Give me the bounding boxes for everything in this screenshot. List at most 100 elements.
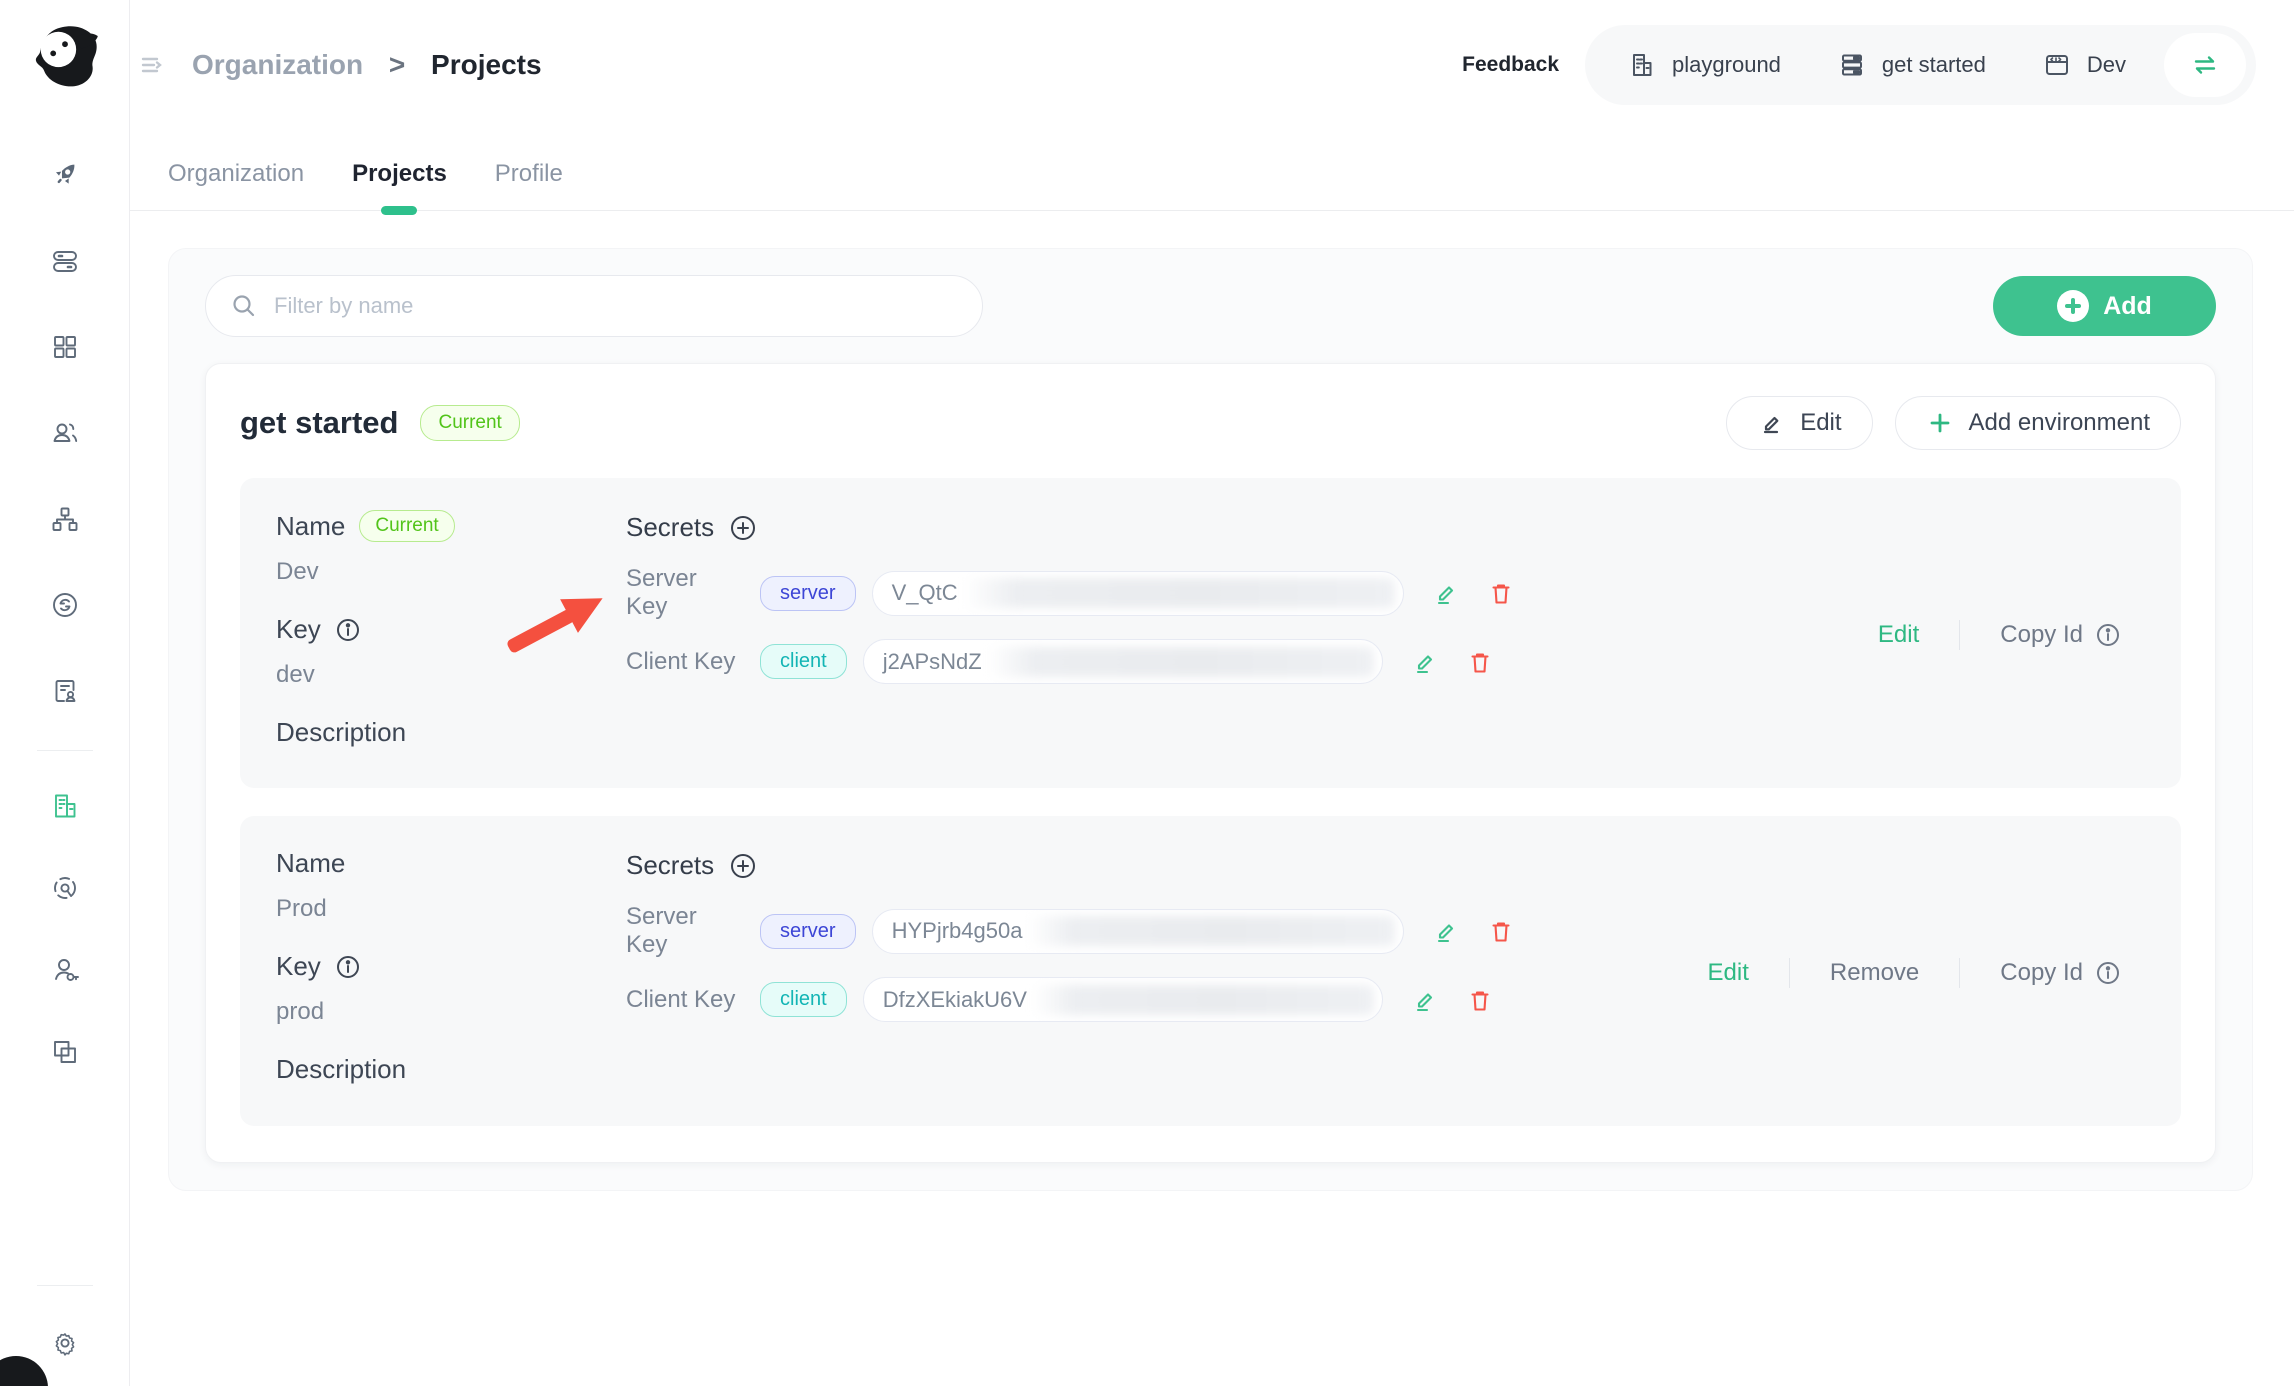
delete-secret-button[interactable] (1465, 647, 1495, 677)
tab-projects-label: Projects (352, 160, 447, 187)
key-label: Key (276, 614, 321, 645)
app-root: Organization > Projects Feedback playgro… (0, 0, 2294, 1386)
env-dev-actions: Edit Copy Id (1838, 620, 2161, 650)
grid-icon (48, 330, 82, 364)
client-key-value-field[interactable]: j2APsNdZ (863, 639, 1383, 684)
pencil-icon (1430, 916, 1460, 946)
sidebar-item-sitemap[interactable] (48, 502, 82, 536)
server-key-label: Server Key (626, 565, 744, 621)
trash-icon (1465, 647, 1495, 677)
env-key-label-row: Key (276, 951, 626, 982)
delete-secret-button[interactable] (1465, 985, 1495, 1015)
env-copy-id-link[interactable]: Copy Id (1960, 959, 2161, 987)
env-key-value: prod (276, 998, 626, 1026)
context-swap-button[interactable] (2164, 33, 2246, 97)
sidebar-item-projects[interactable] (48, 1035, 82, 1069)
target-icon (48, 871, 82, 905)
client-badge: client (760, 982, 847, 1017)
filter-box (205, 275, 983, 337)
sidebar-item-rocket[interactable] (48, 158, 82, 192)
sidebar-item-target[interactable] (48, 871, 82, 905)
gear-icon (48, 1326, 82, 1360)
env-description-label: Description (276, 717, 626, 748)
edit-secret-button[interactable] (1409, 985, 1439, 1015)
redacted-blur (964, 578, 1395, 608)
env-prod-secrets-column: Secrets Server Key server HYPjrb4g50a (626, 848, 1668, 1098)
client-badge: client (760, 644, 847, 679)
switcher-organization[interactable]: playground (1599, 50, 1809, 80)
add-project-button[interactable]: Add (1993, 276, 2216, 336)
server-badge: server (760, 576, 856, 611)
env-name-label-row: Name (276, 848, 626, 879)
add-secret-icon[interactable] (728, 513, 758, 543)
overlap-squares-icon (48, 1035, 82, 1069)
breadcrumb-parent[interactable]: Organization (192, 49, 363, 80)
sidebar-item-toggles[interactable] (48, 244, 82, 278)
add-environment-button[interactable]: Add environment (1895, 396, 2181, 450)
active-tab-indicator (381, 206, 417, 215)
edit-secret-button[interactable] (1430, 916, 1460, 946)
env-copy-id-link[interactable]: Copy Id (1960, 621, 2161, 649)
info-icon[interactable] (335, 617, 361, 643)
switcher-environment[interactable]: Dev (2014, 50, 2154, 80)
sidebar-footer-divider (37, 1285, 93, 1286)
rocket-icon (48, 158, 82, 192)
delete-secret-button[interactable] (1486, 916, 1516, 946)
env-current-badge: Current (359, 510, 454, 542)
tab-profile[interactable]: Profile (495, 160, 563, 210)
tab-projects[interactable]: Projects (352, 160, 447, 210)
feedback-link[interactable]: Feedback (1462, 53, 1559, 77)
sidebar-item-user-key[interactable] (48, 953, 82, 987)
server-key-label: Server Key (626, 903, 744, 959)
app-logo-icon[interactable] (23, 14, 107, 98)
sidebar-item-settings[interactable] (48, 1326, 82, 1360)
project-edit-button[interactable]: Edit (1726, 396, 1872, 450)
client-key-row: Client Key client DfzXEkiakU6V (626, 977, 1668, 1022)
env-remove-link[interactable]: Remove (1790, 959, 1959, 987)
sidebar-nav-top (48, 158, 82, 708)
info-icon (2095, 622, 2121, 648)
breadcrumb-separator: > (389, 49, 405, 80)
edit-secret-button[interactable] (1409, 647, 1439, 677)
tab-organization[interactable]: Organization (168, 160, 304, 210)
env-edit-link[interactable]: Edit (1668, 959, 1789, 987)
panel-toolbar: Add (205, 275, 2216, 337)
sidebar-item-license[interactable] (48, 674, 82, 708)
sidebar-nav-bottom (48, 789, 82, 1069)
sidebar-item-sync[interactable] (48, 588, 82, 622)
edit-secret-button[interactable] (1430, 578, 1460, 608)
trash-icon (1486, 578, 1516, 608)
redacted-blur (1033, 985, 1374, 1015)
breadcrumb: Organization > Projects (192, 49, 542, 81)
client-key-value-field[interactable]: DfzXEkiakU6V (863, 977, 1383, 1022)
server-key-row: Server Key server HYPjrb4g50a (626, 903, 1668, 959)
sidebar-divider (37, 750, 93, 751)
main-content: Organization Projects Profile Add get st… (130, 130, 2294, 1191)
sidebar-collapse-button[interactable] (136, 48, 170, 82)
server-key-value-field[interactable]: V_QtC (872, 571, 1404, 616)
toggles-icon (48, 244, 82, 278)
sidebar-item-organization[interactable] (48, 789, 82, 823)
delete-secret-button[interactable] (1486, 578, 1516, 608)
secrets-label: Secrets (626, 512, 714, 543)
sidebar-item-users[interactable] (48, 416, 82, 450)
users-icon (48, 416, 82, 450)
projects-panel: Add get started Current Edit Add (168, 248, 2253, 1191)
filter-input[interactable] (274, 293, 958, 319)
copy-id-label: Copy Id (2000, 621, 2083, 649)
sidebar-item-grid[interactable] (48, 330, 82, 364)
project-card-header: get started Current Edit Add environment (240, 396, 2181, 450)
environment-row-prod: Name Prod Key prod Description Secrets (240, 816, 2181, 1126)
swap-arrows-icon (2188, 48, 2222, 82)
server-key-value-field[interactable]: HYPjrb4g50a (872, 909, 1404, 954)
info-icon[interactable] (335, 954, 361, 980)
add-secret-icon[interactable] (728, 851, 758, 881)
switcher-organization-label: playground (1672, 52, 1781, 78)
env-edit-link[interactable]: Edit (1838, 621, 1959, 649)
switcher-project[interactable]: get started (1809, 50, 2014, 80)
context-switcher: playground get started (1585, 25, 2256, 105)
description-label: Description (276, 717, 406, 748)
add-button-label: Add (2103, 292, 2152, 321)
tab-organization-label: Organization (168, 160, 304, 187)
red-arrow-annotation (495, 580, 635, 670)
